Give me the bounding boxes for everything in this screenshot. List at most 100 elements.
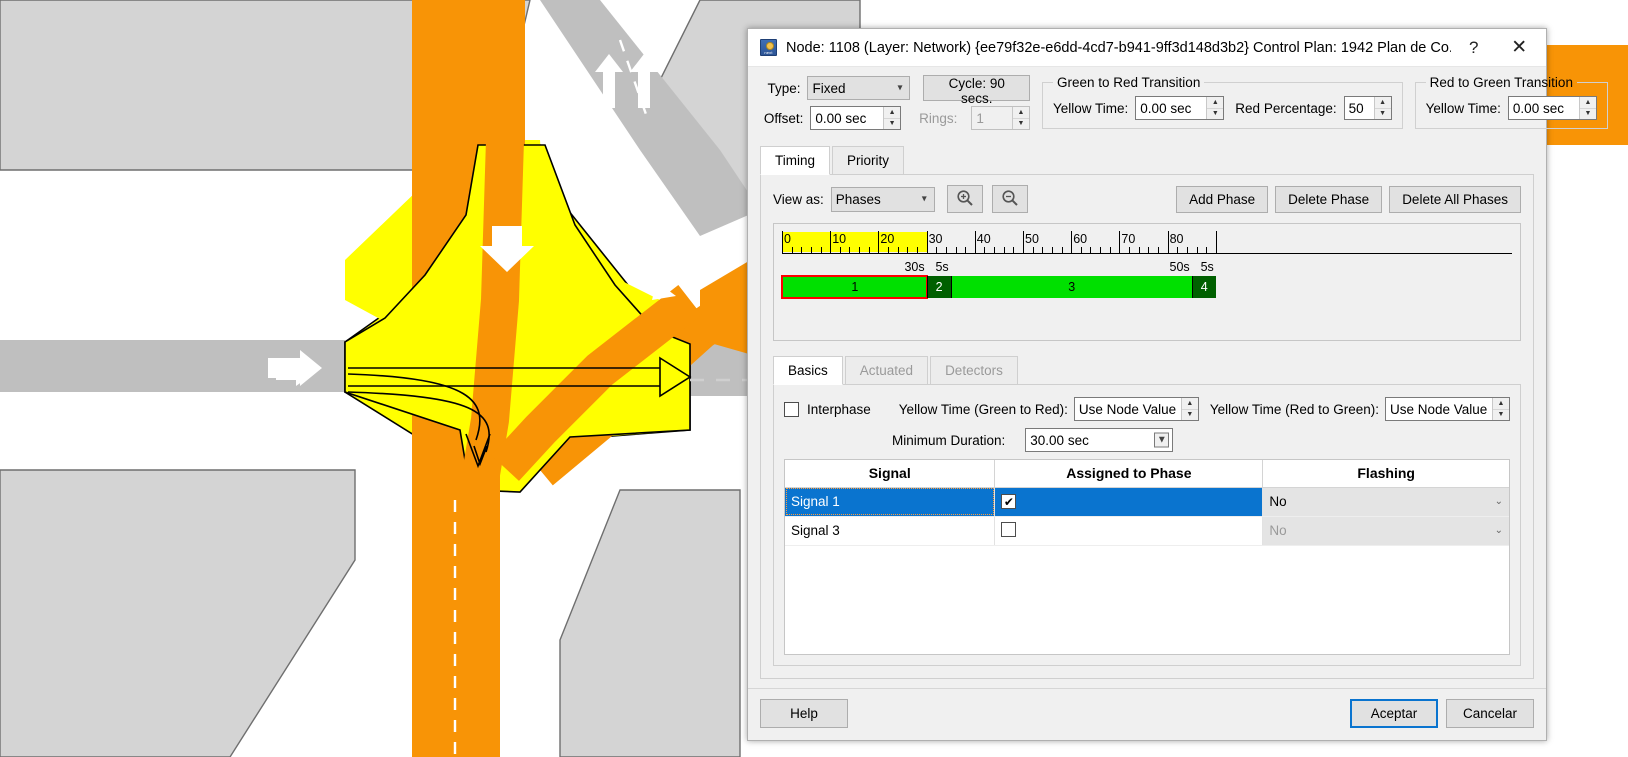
flashing-value: No [1269, 494, 1286, 509]
help-icon-button[interactable]: ? [1451, 31, 1497, 65]
yellow-g2r-arrows[interactable]: ▲ ▼ [1181, 398, 1198, 420]
r2g-yellow-spinner[interactable]: 0.00 sec ▲ ▼ [1508, 96, 1597, 120]
offset-label: Offset: [760, 111, 803, 126]
min-duration-combo-wrap[interactable]: 30.00 sec ▼ [1025, 428, 1173, 452]
phase-block-4[interactable]: 4 [1192, 276, 1216, 298]
cell-signal-name[interactable]: Signal 3 [785, 516, 995, 545]
spinner-down-icon[interactable]: ▼ [1580, 108, 1596, 120]
r2g-yellow-label: Yellow Time: [1426, 101, 1501, 116]
chevron-down-icon: ⌄ [1495, 496, 1503, 507]
cell-assigned-to-phase[interactable] [995, 487, 1263, 516]
phase-timing-diagram[interactable]: 01020304050607080 1234 30s5s50s5s [773, 223, 1521, 341]
g2r-yellow-value[interactable]: 0.00 sec [1136, 97, 1206, 119]
basics-tabstrip[interactable]: Basics Actuated Detectors [773, 355, 1521, 385]
yellow-r2g-value[interactable]: Use Node Value [1386, 398, 1492, 420]
node-control-plan-dialog[interactable]: Node: 1108 (Layer: Network) {ee79f32e-e6… [747, 28, 1547, 741]
view-as-row: View as: Phases ▾ [773, 185, 1521, 213]
yellow-r2g-spinner[interactable]: Use Node Value ▲ ▼ [1385, 397, 1510, 421]
zoom-in-icon-button[interactable] [947, 185, 983, 213]
cell-flashing[interactable]: No ⌄ [1263, 487, 1509, 516]
view-as-combo-wrap[interactable]: Phases ▾ [831, 187, 935, 212]
phase-block-1[interactable]: 1 [782, 276, 927, 298]
ruler-minor-tick [1042, 247, 1043, 253]
cell-assigned-to-phase[interactable] [995, 516, 1263, 545]
assigned-checkbox[interactable] [1001, 494, 1016, 509]
table-header-row: Signal Assigned to Phase Flashing [785, 460, 1509, 487]
spinner-down-icon[interactable]: ▼ [1493, 409, 1509, 421]
close-icon[interactable]: ✕ [1497, 31, 1543, 65]
ruler-minor-tick [792, 247, 793, 253]
r2g-yellow-arrows[interactable]: ▲ ▼ [1579, 97, 1596, 119]
ruler-minor-tick [1033, 247, 1034, 253]
main-tabstrip[interactable]: Timing Priority [760, 145, 1534, 175]
cell-flashing: No ⌄ [1263, 516, 1509, 545]
ruler-baseline [782, 253, 1512, 254]
help-button[interactable]: Help [760, 699, 848, 728]
ruler-minor-tick [869, 247, 870, 253]
spinner-up-icon[interactable]: ▲ [1375, 97, 1391, 108]
tab-priority[interactable]: Priority [832, 146, 904, 174]
red-percentage-value[interactable]: 50 [1345, 97, 1374, 119]
delete-phase-button[interactable]: Delete Phase [1275, 186, 1382, 213]
tab-timing[interactable]: Timing [760, 146, 830, 175]
rings-label: Rings: [914, 111, 957, 126]
table-row[interactable]: Signal 3 No ⌄ [785, 516, 1509, 545]
phase-bar[interactable]: 1234 [782, 276, 1216, 298]
min-duration-value[interactable]: 30.00 sec [1025, 428, 1173, 452]
green-to-red-legend: Green to Red Transition [1053, 75, 1204, 90]
assigned-checkbox[interactable] [1001, 522, 1016, 537]
spinner-down-icon[interactable]: ▼ [1207, 108, 1223, 120]
ruler-minor-tick [984, 247, 985, 253]
yellow-g2r-spinner[interactable]: Use Node Value ▲ ▼ [1074, 397, 1199, 421]
spinner-up-icon[interactable]: ▲ [1182, 398, 1198, 409]
spinner-down-icon[interactable]: ▼ [1182, 409, 1198, 421]
rings-spinner-arrows: ▲ ▼ [1012, 107, 1029, 129]
yellow-r2g-arrows[interactable]: ▲ ▼ [1492, 398, 1509, 420]
red-percentage-arrows[interactable]: ▲ ▼ [1374, 97, 1391, 119]
accept-button[interactable]: Aceptar [1350, 699, 1438, 728]
type-combo[interactable]: Fixed [807, 76, 910, 100]
ruler-minor-tick [1052, 247, 1053, 253]
interphase-checkbox-wrap[interactable]: Interphase [784, 402, 871, 417]
chevron-down-icon: ⌄ [1495, 525, 1503, 536]
cancel-button[interactable]: Cancelar [1446, 699, 1534, 728]
offset-value[interactable]: 0.00 sec [811, 107, 883, 129]
delete-all-phases-button[interactable]: Delete All Phases [1389, 186, 1521, 213]
view-as-combo[interactable]: Phases [831, 187, 935, 212]
interphase-checkbox[interactable] [784, 402, 799, 417]
tab-basics[interactable]: Basics [773, 356, 843, 385]
phase-block-2[interactable]: 2 [927, 276, 951, 298]
phase-duration-2: 5s [891, 260, 949, 274]
offset-spinner[interactable]: 0.00 sec ▲ ▼ [810, 106, 901, 130]
table-row[interactable]: Signal 1 No ⌄ [785, 487, 1509, 516]
ruler-tick-label: 50 [1023, 232, 1039, 246]
spinner-up-icon[interactable]: ▲ [1580, 97, 1596, 108]
ruler-minor-tick [1013, 247, 1014, 253]
dialog-titlebar: Node: 1108 (Layer: Network) {ee79f32e-e6… [748, 29, 1546, 67]
spinner-down-icon[interactable]: ▼ [1375, 108, 1391, 120]
yellow-g2r-value[interactable]: Use Node Value [1075, 398, 1181, 420]
spinner-up-icon[interactable]: ▲ [884, 107, 900, 118]
g2r-yellow-spinner[interactable]: 0.00 sec ▲ ▼ [1135, 96, 1224, 120]
zoom-out-icon-button[interactable] [992, 185, 1028, 213]
signal-table[interactable]: Signal Assigned to Phase Flashing Signal… [784, 459, 1510, 655]
spinner-up-icon[interactable]: ▲ [1493, 398, 1509, 409]
min-duration-row: Minimum Duration: 30.00 sec ▼ [784, 428, 1510, 452]
app-icon [760, 39, 777, 56]
red-percentage-spinner[interactable]: 50 ▲ ▼ [1344, 96, 1392, 120]
add-phase-button[interactable]: Add Phase [1176, 186, 1268, 213]
phase-block-3[interactable]: 3 [951, 276, 1192, 298]
cycle-button[interactable]: Cycle: 90 secs. [923, 75, 1030, 101]
type-combo-wrap[interactable]: Fixed ▾ [807, 76, 910, 100]
ruler-tick-label: 30 [927, 232, 943, 246]
r2g-yellow-value[interactable]: 0.00 sec [1509, 97, 1579, 119]
ruler-minor-tick [994, 247, 995, 253]
spinner-up-icon[interactable]: ▲ [1207, 97, 1223, 108]
cell-signal-name[interactable]: Signal 1 [785, 487, 995, 516]
g2r-yellow-arrows[interactable]: ▲ ▼ [1206, 97, 1223, 119]
offset-spinner-arrows[interactable]: ▲ ▼ [883, 107, 900, 129]
flashing-value: No [1269, 523, 1286, 538]
spinner-down-icon[interactable]: ▼ [884, 118, 900, 130]
top-controls: Type: Fixed ▾ Cycle: 90 secs. Offset: 0.… [760, 75, 1534, 135]
rings-value: 1 [972, 107, 1012, 129]
